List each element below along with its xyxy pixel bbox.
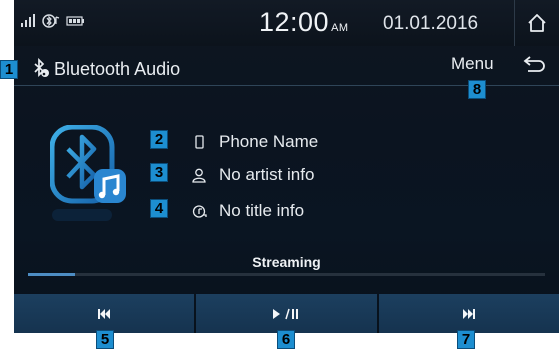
callout-label: 7	[457, 330, 475, 349]
callout-label: 6	[277, 330, 295, 349]
next-icon	[462, 308, 475, 319]
clock-ampm: AM	[331, 22, 349, 34]
battery-icon	[66, 16, 84, 26]
callout-label: 4	[150, 199, 168, 218]
play-pause-button[interactable]	[196, 294, 377, 333]
date: 01.01.2016	[383, 13, 479, 34]
progress-bar[interactable]	[28, 273, 545, 276]
home-button[interactable]	[514, 0, 559, 46]
callout-label: 5	[96, 330, 114, 349]
previous-track-button[interactable]	[14, 294, 195, 333]
phone-name: Phone Name	[219, 132, 319, 151]
bluetooth-music-album-icon	[50, 125, 126, 221]
page-title: Bluetooth Audio	[54, 59, 181, 79]
callout-label: 2	[150, 130, 168, 149]
bluetooth-audio-status-icon	[42, 14, 60, 28]
artist-name: No artist info	[219, 165, 315, 184]
previous-icon	[98, 308, 111, 319]
song-title: No title info	[219, 201, 305, 220]
status-icons	[20, 14, 86, 28]
title-row: No title info	[190, 201, 304, 221]
playback-status: Streaming	[252, 254, 321, 270]
head-unit-screen: 12:00AM 01.01.2016 Bluetooth Audio Menu	[14, 0, 559, 333]
playback-controls	[14, 294, 559, 333]
clock-time: 12:00	[259, 7, 330, 37]
clock: 12:00 AM	[259, 7, 349, 38]
next-track-button[interactable]	[378, 294, 559, 333]
phone-name-row: Phone Name	[190, 132, 318, 152]
callout-label: 8	[468, 80, 486, 99]
menu-button[interactable]: Menu	[451, 54, 494, 74]
callout-label: 3	[150, 163, 168, 182]
callout-label: 1	[0, 60, 18, 79]
status-bar: 12:00 AM 01.01.2016	[14, 0, 559, 46]
song-title-icon	[192, 204, 207, 218]
play-pause-icon	[273, 308, 299, 319]
phone-icon	[194, 135, 204, 149]
progress-fill	[28, 273, 75, 276]
artist-row: No artist info	[190, 165, 314, 185]
home-icon	[528, 14, 546, 32]
artist-icon	[192, 168, 206, 183]
back-arrow-icon[interactable]	[520, 55, 546, 75]
signal-icon	[21, 14, 35, 27]
bluetooth-audio-icon	[34, 58, 49, 78]
